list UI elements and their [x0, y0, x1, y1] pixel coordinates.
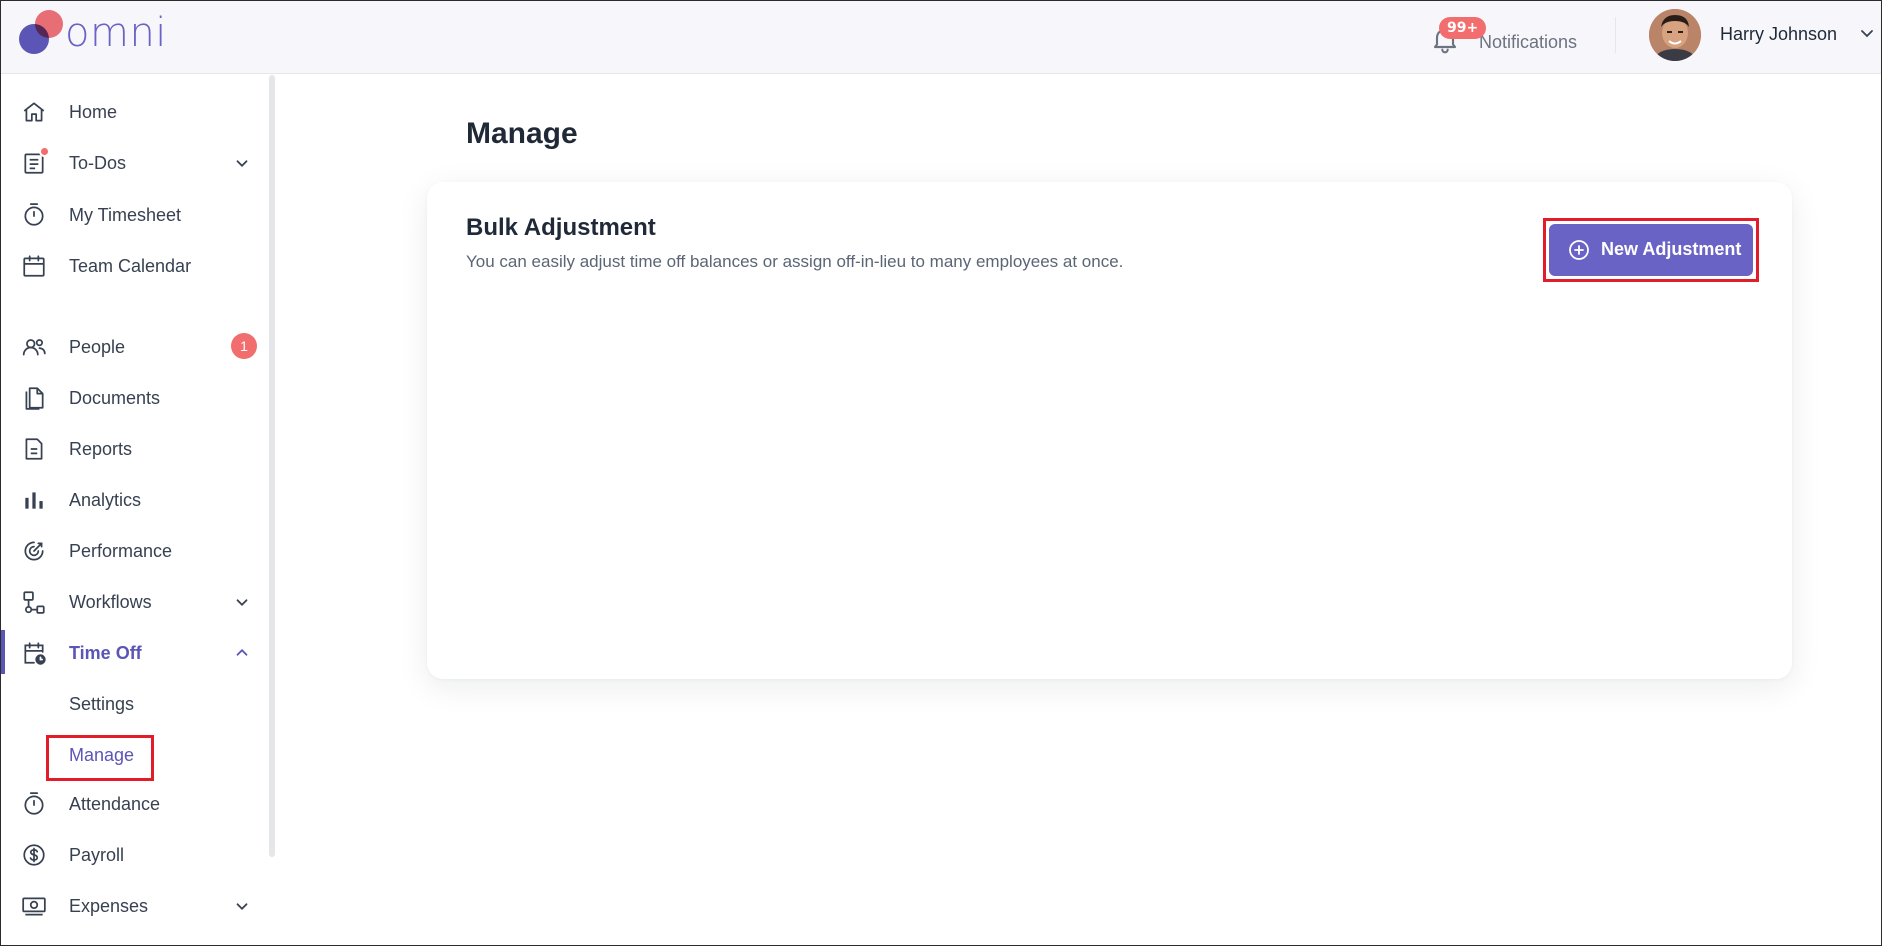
bulk-adjustment-card: Bulk Adjustment You can easily adjust ti…	[427, 182, 1792, 679]
chevron-down-icon[interactable]	[233, 897, 251, 915]
bar-chart-icon	[21, 487, 47, 513]
documents-icon	[21, 385, 47, 411]
stopwatch-icon	[21, 202, 47, 228]
logo[interactable]: omni	[19, 10, 167, 56]
logo-mark	[19, 10, 63, 56]
chevron-down-icon[interactable]	[1857, 23, 1877, 43]
sidebar-item-label: Analytics	[69, 490, 142, 510]
todos-notification-dot	[39, 146, 50, 157]
sidebar-item-label: Expenses	[69, 896, 149, 916]
sidebar-item-label: Payroll	[69, 845, 125, 865]
sidebar-item-my-timesheet[interactable]: My Timesheet	[1, 192, 263, 236]
sidebar-item-label: Time Off	[69, 643, 142, 663]
sidebar-item-performance[interactable]: Performance	[1, 528, 263, 572]
card-title: Bulk Adjustment	[466, 214, 656, 241]
cash-icon	[21, 893, 47, 919]
sidebar-item-documents[interactable]: Documents	[1, 375, 263, 419]
sidebar-item-team-calendar[interactable]: Team Calendar	[1, 243, 263, 287]
sidebar-item-reports[interactable]: Reports	[1, 426, 263, 470]
sidebar-item-label: Performance	[69, 541, 173, 561]
stopwatch-icon	[21, 791, 47, 817]
sidebar-item-analytics[interactable]: Analytics	[1, 477, 263, 521]
plus-circle-icon	[1567, 238, 1591, 262]
manage-highlight-box	[46, 735, 154, 781]
notifications-button[interactable]: 99+ Notifications	[1429, 11, 1577, 61]
people-count-badge: 1	[231, 333, 257, 359]
sidebar-item-attendance[interactable]: Attendance	[1, 781, 263, 825]
app-window: omni 99+ Notifications Harry Johnson Hom…	[0, 0, 1882, 946]
home-icon	[21, 99, 47, 125]
sidebar-item-label: Reports	[69, 439, 133, 459]
top-bar: omni 99+ Notifications Harry Johnson	[1, 1, 1881, 74]
logo-text: omni	[65, 10, 167, 56]
header-divider	[1615, 17, 1616, 53]
sidebar-subitem-settings[interactable]: Settings	[69, 694, 134, 715]
bell-icon[interactable]: 99+	[1429, 17, 1487, 55]
sidebar-item-label: Documents	[69, 388, 161, 408]
new-adjustment-label: New Adjustment	[1601, 239, 1742, 259]
avatar[interactable]	[1649, 9, 1701, 61]
sidebar-item-payroll[interactable]: Payroll	[1, 832, 263, 876]
chevron-down-icon[interactable]	[233, 154, 251, 172]
sidebar-item-expenses[interactable]: Expenses	[1, 883, 263, 927]
dollar-icon	[21, 842, 47, 868]
sidebar-item-people[interactable]: People 1	[1, 324, 263, 368]
report-icon	[21, 436, 47, 462]
sidebar-item-home[interactable]: Home	[1, 89, 263, 133]
page-title: Manage	[466, 117, 578, 150]
calendar-clock-icon	[21, 640, 47, 666]
chevron-down-icon[interactable]	[233, 593, 251, 611]
notifications-badge: 99+	[1439, 17, 1487, 39]
performance-icon	[21, 538, 47, 564]
sidebar-item-label: Home	[69, 102, 118, 122]
sidebar-item-todos[interactable]: To-Dos	[1, 140, 263, 184]
card-description: You can easily adjust time off balances …	[466, 252, 1124, 271]
sidebar-item-workflows[interactable]: Workflows	[1, 579, 263, 623]
sidebar-scrollbar[interactable]	[269, 75, 275, 857]
notifications-label[interactable]: Notifications	[1479, 32, 1577, 53]
chevron-up-icon[interactable]	[233, 644, 251, 662]
sidebar-item-label: Workflows	[69, 592, 152, 612]
sidebar-item-label: Attendance	[69, 794, 161, 814]
sidebar-item-label: To-Dos	[69, 153, 127, 173]
workflow-icon	[21, 589, 47, 615]
sidebar-item-time-off[interactable]: Time Off	[1, 630, 263, 674]
sidebar: Home To-Dos My Timesheet Team Calendar P…	[1, 75, 277, 945]
active-indicator	[1, 630, 5, 674]
people-icon	[21, 334, 47, 360]
sidebar-item-label: Team Calendar	[69, 256, 192, 276]
calendar-icon	[21, 253, 47, 279]
sidebar-item-label: People	[69, 337, 126, 357]
new-adjustment-button[interactable]: New Adjustment	[1549, 224, 1753, 276]
user-name[interactable]: Harry Johnson	[1720, 24, 1837, 45]
sidebar-item-label: My Timesheet	[69, 205, 182, 225]
